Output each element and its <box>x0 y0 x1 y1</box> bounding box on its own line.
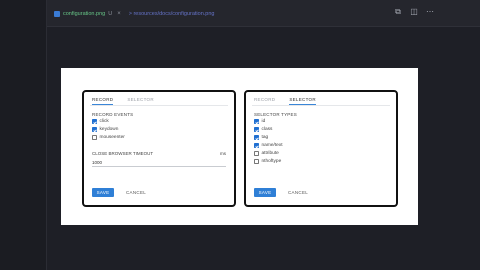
checkbox-label: id <box>261 119 266 124</box>
checkbox-label: tag <box>261 135 269 140</box>
preview-image: RECORD SELECTOR RECORD EVENTS click keyd… <box>61 68 418 225</box>
checkbox-name-text[interactable]: name/text <box>254 143 283 148</box>
untracked-badge: U <box>108 11 113 17</box>
cancel-button[interactable]: CANCEL <box>126 188 146 197</box>
cancel-button[interactable]: CANCEL <box>288 188 308 197</box>
checkbox-label: mouseenter <box>99 135 125 140</box>
checkbox-label: attribute <box>261 151 279 156</box>
selector-settings-card: RECORD SELECTOR SELECTOR TYPES id class … <box>244 90 398 207</box>
checkbox-label: name/text <box>261 143 283 148</box>
checkbox-label: class <box>261 127 273 132</box>
section-title: RECORD EVENTS <box>92 112 134 117</box>
tab-record[interactable]: RECORD <box>92 97 114 105</box>
checkbox-checked-icon[interactable] <box>254 127 259 132</box>
git-compare-icon[interactable]: ⧉ <box>394 7 402 16</box>
checkbox-checked-icon[interactable] <box>254 143 259 148</box>
close-tab-icon[interactable]: × <box>117 11 121 17</box>
record-settings-card: RECORD SELECTOR RECORD EVENTS click keyd… <box>82 90 236 207</box>
card-tabs: RECORD SELECTOR <box>92 97 154 105</box>
section-title: SELECTOR TYPES <box>254 112 297 117</box>
checkbox-mouseenter[interactable]: mouseenter <box>92 135 125 140</box>
checkbox-empty-icon[interactable] <box>254 159 259 164</box>
checkbox-click[interactable]: click <box>92 119 109 124</box>
split-editor-icon[interactable]: ◫ <box>410 7 418 16</box>
save-button[interactable]: SAVE <box>254 188 276 197</box>
checkbox-tag[interactable]: tag <box>254 135 268 140</box>
tab-selector[interactable]: SELECTOR <box>289 97 316 105</box>
tabs-divider <box>252 105 390 106</box>
checkbox-keydown[interactable]: keydown <box>92 127 118 132</box>
checkbox-empty-icon[interactable] <box>92 135 97 140</box>
checkbox-checked-icon[interactable] <box>92 119 97 124</box>
editor-actions: ⧉ ◫ ⋯ <box>394 7 434 16</box>
checkbox-label: click <box>99 119 109 124</box>
breadcrumb-path[interactable]: > resources/docs/configuration.png <box>129 11 215 17</box>
checkbox-empty-icon[interactable] <box>254 151 259 156</box>
checkbox-attribute[interactable]: attribute <box>254 151 279 156</box>
checkbox-class[interactable]: class <box>254 127 272 132</box>
timeout-header: CLOSE BROWSER TIMEOUT ms <box>92 151 226 156</box>
tabs-divider <box>90 105 228 106</box>
tab-selector[interactable]: SELECTOR <box>127 97 154 105</box>
checkbox-checked-icon[interactable] <box>254 119 259 124</box>
checkbox-checked-icon[interactable] <box>254 135 259 140</box>
image-file-icon <box>54 11 60 17</box>
save-button[interactable]: SAVE <box>92 188 114 197</box>
activity-gutter <box>0 0 47 270</box>
tab-record[interactable]: RECORD <box>254 97 275 105</box>
checkbox-checked-icon[interactable] <box>92 127 97 132</box>
editor-tab[interactable]: configuration.png U × > resources/docs/c… <box>54 9 214 19</box>
checkbox-id[interactable]: id <box>254 119 265 124</box>
checkbox-label: keydown <box>99 127 119 132</box>
timeout-input[interactable]: 1000 <box>92 159 226 167</box>
more-actions-icon[interactable]: ⋯ <box>426 7 434 16</box>
timeout-label: CLOSE BROWSER TIMEOUT <box>92 151 154 156</box>
checkbox-label: nthoftype <box>261 159 282 164</box>
card-tabs: RECORD SELECTOR <box>254 97 316 105</box>
checkbox-nthoftype[interactable]: nthoftype <box>254 159 281 164</box>
timeout-unit: ms <box>220 151 226 156</box>
tab-filename: configuration.png <box>63 11 106 17</box>
